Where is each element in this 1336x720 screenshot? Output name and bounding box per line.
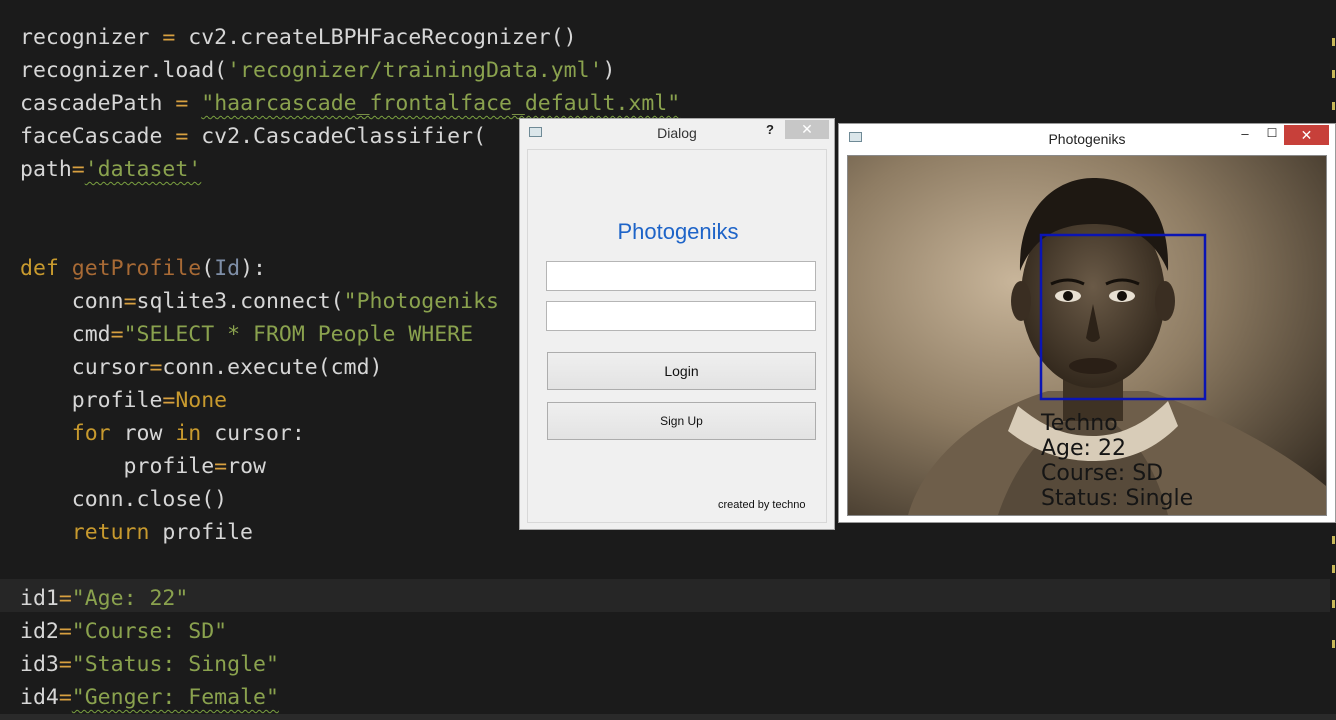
code-line-21: id4="Genger: Female" xyxy=(20,685,279,710)
minimize-button[interactable]: – xyxy=(1237,126,1253,144)
login-dialog: Dialog ? ✕ Photogeniks Login Sign Up cre… xyxy=(519,118,835,530)
code-line-9: conn=sqlite3.connect("Photogeniks xyxy=(20,289,499,314)
label-status: Status: Single xyxy=(1041,486,1194,511)
help-button[interactable]: ? xyxy=(762,122,778,140)
password-input[interactable] xyxy=(546,301,816,331)
horizontal-scrollbar[interactable] xyxy=(0,714,1336,720)
photogeniks-window: Photogeniks – ☐ ✕ Techno Age: 22 Course:… xyxy=(838,123,1336,523)
app-heading: Photogeniks xyxy=(617,219,739,244)
sign-up-button[interactable]: Sign Up xyxy=(547,402,816,440)
code-line-1: recognizer = cv2.createLBPHFaceRecognize… xyxy=(20,25,577,50)
code-line-16: return profile xyxy=(71,520,254,545)
credit-text: created by techno xyxy=(718,499,806,511)
camera-frame: Techno Age: 22 Course: SD Status: Single xyxy=(847,155,1327,516)
code-line-2: recognizer.load('recognizer/trainingData… xyxy=(20,58,616,83)
label-age: Age: 22 xyxy=(1041,436,1126,461)
code-line-19: id2="Course: SD" xyxy=(20,619,228,644)
label-course: Course: SD xyxy=(1041,461,1164,486)
code-line-8: def getProfile(Id): xyxy=(20,256,266,281)
dialog-body: Photogeniks Login Sign Up created by tec… xyxy=(527,149,827,523)
code-line-12: profile=None xyxy=(20,388,228,413)
code-line-13: for row in cursor: xyxy=(71,421,305,446)
window-title: Photogeniks xyxy=(1048,131,1126,147)
maximize-button[interactable]: ☐ xyxy=(1264,126,1280,144)
code-line-14: profile=row xyxy=(20,454,266,479)
code-line-18: id1="Age: 22" xyxy=(20,586,189,611)
code-line-11: cursor=conn.execute(cmd) xyxy=(20,355,383,380)
username-input[interactable] xyxy=(546,261,816,291)
code-line-10: cmd="SELECT * FROM People WHERE xyxy=(20,322,474,347)
code-line-20: id3="Status: Single" xyxy=(20,652,279,677)
code-line-15: conn.close() xyxy=(20,487,228,512)
window-close-button[interactable]: ✕ xyxy=(1284,125,1329,145)
code-line-5: path='dataset' xyxy=(20,157,202,182)
current-line-highlight xyxy=(0,579,1330,612)
dialog-close-button[interactable]: ✕ xyxy=(785,120,829,139)
code-line-3: cascadePath = "haarcascade_frontalface_d… xyxy=(20,91,681,116)
dialog-titlebar[interactable]: Dialog ? ✕ xyxy=(520,119,834,147)
login-button[interactable]: Login xyxy=(547,352,816,390)
label-name: Techno xyxy=(1041,411,1118,436)
code-line-4: faceCascade = cv2.CascadeClassifier( xyxy=(20,124,487,149)
